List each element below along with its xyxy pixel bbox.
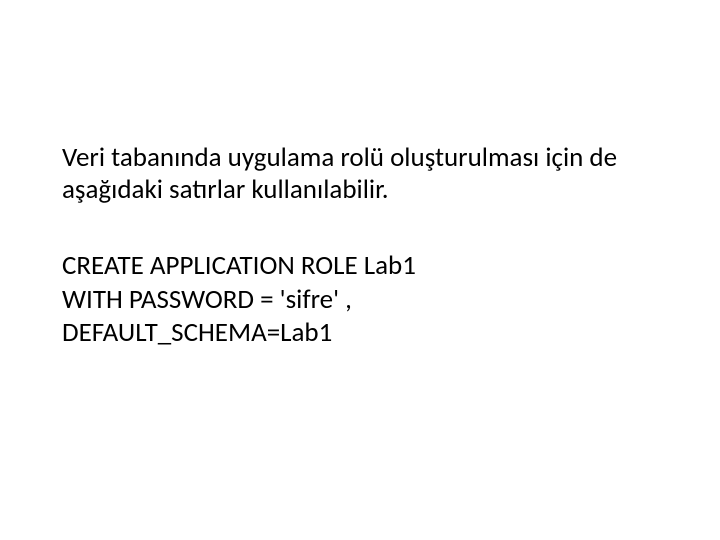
code-line-3: DEFAULT_SCHEMA=Lab1 [62, 316, 662, 350]
slide-content: Veri tabanında uygulama rolü oluşturulma… [62, 142, 662, 350]
code-line-1: CREATE APPLICATION ROLE Lab1 [62, 249, 662, 283]
code-line-2: WITH PASSWORD = 'sifre' , [62, 283, 662, 317]
intro-paragraph: Veri tabanında uygulama rolü oluşturulma… [62, 142, 662, 207]
code-block: CREATE APPLICATION ROLE Lab1 WITH PASSWO… [62, 249, 662, 350]
